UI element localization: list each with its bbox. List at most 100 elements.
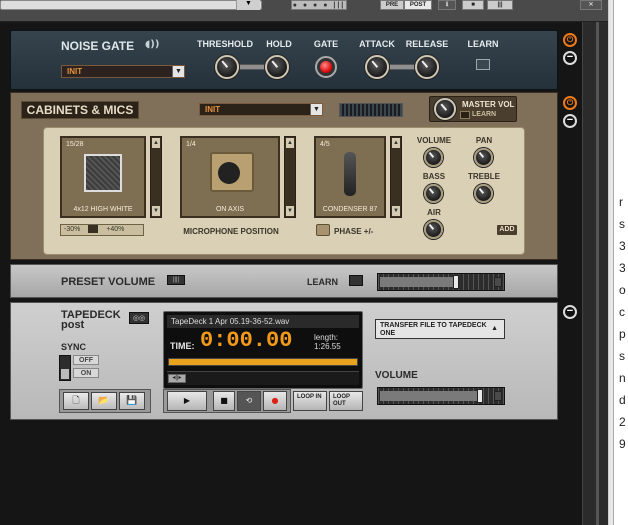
playback-progress[interactable]: [168, 358, 358, 366]
pan-knob[interactable]: [474, 148, 493, 167]
new-file-icon[interactable]: 🗋: [63, 392, 89, 410]
release-knob[interactable]: [415, 55, 439, 79]
cabinet-slot[interactable]: 15/28 4x12 HIGH WHITE: [60, 136, 146, 218]
close-icon[interactable]: ✕: [580, 0, 602, 10]
add-button[interactable]: ADD: [496, 224, 518, 236]
save-icon[interactable]: 💾: [119, 392, 145, 410]
length-value: 1:26.55: [314, 342, 341, 351]
bass-knob[interactable]: [424, 184, 443, 203]
scroll-down-icon[interactable]: ▼: [152, 206, 160, 216]
mic-count: 4/5: [320, 141, 330, 148]
file-name: TapeDeck 1 Apr 05.19-36-52.wav: [167, 315, 359, 328]
phase-button[interactable]: [316, 224, 330, 236]
volume-knob[interactable]: [424, 148, 443, 167]
transfer-file-dropdown[interactable]: TRANSFER FILE TO TAPEDECK ONE ▲: [375, 319, 505, 339]
cabinet-scroll[interactable]: ▲ ▼: [150, 136, 162, 218]
microphone-slot[interactable]: 4/5 CONDENSER 87: [314, 136, 386, 218]
collapse-icon[interactable]: −: [563, 51, 577, 65]
hold-knob[interactable]: [265, 55, 289, 79]
air-knob[interactable]: [424, 220, 443, 239]
collapse-icon[interactable]: −: [563, 305, 577, 319]
time-value: 0:00.00: [200, 328, 293, 353]
scroll-up-icon[interactable]: ▲: [392, 138, 400, 148]
loop-out-button[interactable]: LOOP OUT: [329, 391, 363, 411]
tapedeck-volume-slider[interactable]: [377, 387, 505, 405]
learn-button[interactable]: [349, 275, 363, 286]
attack-knob[interactable]: [365, 55, 389, 79]
scroll-down-icon[interactable]: ▼: [392, 206, 400, 216]
mic-position-scroll[interactable]: ▲ ▼: [284, 136, 296, 218]
transfer-label: TRANSFER FILE TO TAPEDECK ONE: [380, 322, 487, 337]
rack-rail: [582, 22, 608, 525]
bass-label: BASS: [422, 172, 446, 181]
sync-off-label[interactable]: OFF: [73, 355, 99, 365]
preset-value: INIT: [205, 105, 221, 114]
attack-label: ATTACK: [359, 39, 395, 49]
chevron-down-icon: ▼: [310, 104, 322, 115]
sync-switch[interactable]: [59, 355, 71, 381]
mic-position-slot[interactable]: 1/4 ON AXIS: [180, 136, 280, 218]
scroll-handle[interactable]: ◂||▸: [168, 374, 186, 383]
module-title: PRESET VOLUME: [61, 276, 156, 288]
loop-in-button[interactable]: LOOP IN: [293, 391, 327, 411]
adjacent-scrollbar[interactable]: [609, 0, 614, 525]
cabinet-name: 4x12 HIGH WHITE: [73, 206, 133, 213]
threshold-knob[interactable]: [215, 55, 239, 79]
range-right: +40%: [106, 226, 125, 233]
slider-fill: [380, 277, 455, 287]
master-volume-knob[interactable]: [434, 98, 456, 120]
gate-label: GATE: [313, 39, 339, 49]
adjacent-window-edge: r s 3 3 o c p s n d 2 9: [608, 0, 628, 525]
waveform-scroll[interactable]: ◂||▸: [167, 371, 359, 385]
record-icon[interactable]: ●: [263, 391, 287, 411]
length-label: length:: [314, 333, 339, 342]
amp-with-mic-icon: [210, 152, 254, 192]
treble-knob[interactable]: [474, 184, 493, 203]
slider-handle[interactable]: [453, 275, 459, 289]
module-title: CABINETS & MICS: [21, 101, 139, 119]
power-icon[interactable]: ⏻: [563, 96, 577, 110]
noise-gate-preset-dropdown[interactable]: INIT ▼: [61, 65, 185, 78]
noise-gate-module: NOISE GATE ◖)) INIT ▼ THRESHOLD HOLD GAT…: [10, 30, 558, 90]
release-label: RELEASE: [405, 39, 449, 49]
mic-position-range-control[interactable]: -30% +40%: [60, 224, 144, 236]
mic-scroll[interactable]: ▲ ▼: [390, 136, 402, 218]
slider-handle[interactable]: [477, 389, 483, 403]
adjacent-text: 3: [619, 239, 626, 253]
treble-label: TREBLE: [468, 172, 500, 181]
collapse-icon[interactable]: −: [563, 114, 577, 128]
pre-button[interactable]: PRE: [380, 0, 404, 10]
preset-volume-module: PRESET VOLUME |||| LEARN: [10, 264, 558, 298]
mic-position-label: MICROPHONE POSITION: [183, 227, 279, 236]
condenser-mic-icon: [344, 152, 356, 196]
module-title: TAPEDECK post: [61, 310, 121, 331]
post-button[interactable]: POST: [404, 0, 432, 10]
range-handle[interactable]: [88, 225, 99, 234]
adjacent-text: c: [619, 305, 625, 319]
open-folder-icon[interactable]: 📂: [91, 392, 117, 410]
cup-icon[interactable]: ■: [462, 0, 484, 10]
adjacent-text: s: [619, 217, 625, 231]
scroll-up-icon[interactable]: ▲: [152, 138, 160, 148]
power-icon[interactable]: ⏻: [563, 33, 577, 47]
loop-icon[interactable]: ⟲: [237, 391, 261, 411]
cabinets-preset-dropdown[interactable]: INIT ▼: [199, 103, 323, 116]
host-toolbar: ▼ ● ● ● ● ||| PRE POST ℹ ■ ||| ✕: [0, 0, 608, 22]
preset-volume-slider[interactable]: [377, 273, 505, 291]
info-icon[interactable]: ℹ: [438, 0, 456, 10]
scroll-down-icon[interactable]: ▼: [286, 206, 294, 216]
hold-label: HOLD: [266, 39, 292, 49]
sync-label: SYNC: [61, 342, 87, 352]
threshold-label: THRESHOLD: [197, 39, 253, 49]
sync-on-label[interactable]: ON: [73, 368, 99, 378]
preset-value: INIT: [67, 67, 83, 76]
scroll-up-icon[interactable]: ▲: [286, 138, 294, 148]
learn-button[interactable]: [476, 59, 490, 70]
chevron-down-icon[interactable]: ▼: [236, 0, 260, 10]
play-icon[interactable]: ▶: [167, 391, 207, 411]
stop-icon[interactable]: ■: [213, 391, 235, 411]
host-preset-select[interactable]: [0, 0, 262, 10]
rack-scrollbar[interactable]: [596, 22, 599, 525]
meter-icon[interactable]: |||: [487, 0, 513, 10]
master-learn-button[interactable]: [460, 111, 470, 119]
